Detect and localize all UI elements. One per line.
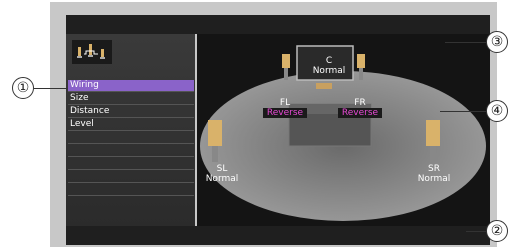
menu-item[interactable] [68, 145, 194, 157]
callout-1: ① [12, 77, 34, 99]
menu-item[interactable]: Distance [68, 106, 194, 118]
speaker-label-fr[interactable]: FR Reverse [338, 98, 382, 118]
callout-2: ② [486, 220, 508, 242]
setup-screen: Wiring Size Distance Level C Normal FL R… [50, 2, 497, 247]
menu-item[interactable]: Size [68, 93, 194, 105]
speaker-name: FL [279, 98, 291, 108]
menu-item[interactable] [68, 171, 194, 183]
speaker-layout-stage: C Normal FL Reverse FR Reverse SL Normal… [197, 34, 490, 226]
speaker-value: Normal [312, 66, 346, 76]
speaker-value: Normal [417, 174, 451, 184]
menu-item[interactable]: Level [68, 119, 194, 131]
speaker-setup-icon [72, 40, 112, 64]
speaker-label-c[interactable]: C Normal [311, 56, 347, 76]
left-panel: Wiring Size Distance Level [66, 34, 195, 226]
speaker-name: C [325, 56, 333, 66]
callout-line-4 [440, 111, 487, 112]
menu-item[interactable]: Wiring [68, 80, 194, 92]
callout-line-2 [466, 231, 488, 232]
speaker-label-sr[interactable]: SR Normal [415, 164, 453, 184]
speaker-label-fl[interactable]: FL Reverse [263, 98, 307, 118]
callout-line-3 [445, 42, 487, 43]
speaker-value: Reverse [338, 108, 382, 118]
bottom-bar [66, 226, 490, 245]
speaker-name: SR [428, 164, 440, 174]
menu-item[interactable] [68, 132, 194, 144]
callout-3: ③ [486, 31, 508, 53]
callout-line-1 [34, 88, 68, 89]
top-bar [66, 15, 490, 34]
callout-4: ④ [486, 100, 508, 122]
speaker-label-sl[interactable]: SL Normal [203, 164, 241, 184]
speaker-name: FR [354, 98, 366, 108]
menu-item[interactable] [68, 184, 194, 196]
speaker-value: Normal [205, 174, 239, 184]
menu-item[interactable] [68, 158, 194, 170]
speaker-name: SL [216, 164, 228, 174]
speaker-value: Reverse [263, 108, 307, 118]
